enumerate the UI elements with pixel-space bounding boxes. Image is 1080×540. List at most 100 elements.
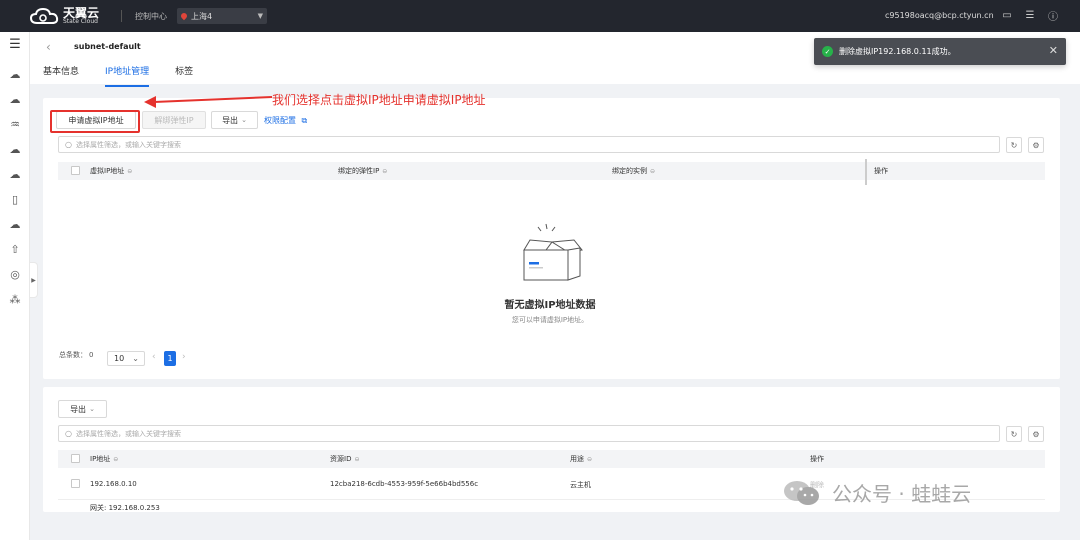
column-actions: 操作 <box>810 455 824 463</box>
export-dropdown-button[interactable]: 导出 ⌄ <box>211 111 258 129</box>
sidebar: ☰ ☁ ☁ ♒ ☁ ☁ ▯ ☁ ⇧ ◎ ⁂ <box>0 32 30 540</box>
help-icon[interactable]: ⓘ <box>1046 8 1060 23</box>
empty-state-title: 暂无虚拟IP地址数据 <box>504 300 596 311</box>
network-icon[interactable]: ♒ <box>7 116 23 132</box>
export-label: 导出 <box>70 404 87 414</box>
page-size-value: 10 <box>114 354 125 363</box>
page-title: subnet-default <box>74 42 141 51</box>
vip-search-input[interactable]: ○ 选择属性筛选，或输入关键字搜索 <box>58 136 1000 153</box>
page-number-current[interactable]: 1 <box>164 351 176 366</box>
tab-basic-info[interactable]: 基本信息 <box>43 64 79 87</box>
prev-page-icon[interactable]: ‹ <box>152 352 156 362</box>
column-actions: 操作 <box>874 167 888 175</box>
chevron-down-icon: ▼ <box>257 12 263 20</box>
cloud-compute-icon[interactable]: ☁ <box>7 141 23 157</box>
check-circle-icon: ✓ <box>822 46 833 57</box>
upload-icon[interactable]: ⇧ <box>7 241 23 257</box>
top-navigation-bar: 天翼云 State Cloud 控制中心 上海4 ▼ c95198oacq@bc… <box>0 0 1080 32</box>
pagination-total: 总条数： 0 <box>59 350 93 360</box>
column-divider <box>865 159 867 185</box>
next-page-icon[interactable]: › <box>182 352 186 362</box>
search-placeholder: 选择属性筛选，或输入关键字搜索 <box>75 140 181 149</box>
filter-icon[interactable]: ⊖ <box>113 456 118 463</box>
filter-icon[interactable]: ⊖ <box>127 168 132 175</box>
success-toast: ✓ 删除虚拟IP192.168.0.11成功。 ✕ <box>814 38 1066 65</box>
unbind-eip-button[interactable]: 解绑弹性IP <box>142 111 206 129</box>
filter-icon[interactable]: ⊖ <box>382 168 387 175</box>
tab-ip-management[interactable]: IP地址管理 <box>105 64 150 87</box>
location-pin-icon <box>179 11 189 21</box>
column-bound-instance[interactable]: 绑定的实例 ⊖ <box>612 166 655 176</box>
cloud-database-icon[interactable]: ☁ <box>7 166 23 182</box>
cloud-logo-icon <box>30 7 59 24</box>
quota-config-link[interactable]: 权限配置 ⧉ <box>264 115 307 126</box>
row-usage: 云主机 <box>570 481 591 489</box>
cloud-service-icon[interactable]: ☁ <box>7 66 23 82</box>
column-bound-eip[interactable]: 绑定的弹性IP ⊖ <box>338 166 387 176</box>
search-placeholder: 选择属性筛选，或输入关键字搜索 <box>75 429 181 438</box>
cloud-storage-icon[interactable]: ☁ <box>7 91 23 107</box>
back-arrow-icon[interactable]: ‹ <box>46 40 51 54</box>
vip-table-header: 虚拟IP地址 ⊖ 绑定的弹性IP ⊖ 绑定的实例 ⊖ 操作 <box>58 159 1045 185</box>
wechat-icon <box>784 480 819 505</box>
ip-table-header: IP地址 ⊖ 资源ID ⊖ 用途 ⊖ 操作 <box>58 450 1045 468</box>
column-label: 资源ID <box>330 455 352 463</box>
select-all-checkbox[interactable] <box>71 454 80 463</box>
search-icon: ○ <box>65 140 72 149</box>
document-icon[interactable]: ▯ <box>7 191 23 207</box>
export-dropdown-button[interactable]: 导出 ⌄ <box>58 400 107 418</box>
column-label: 用途 <box>570 455 584 463</box>
annotation-arrow <box>144 96 273 108</box>
filter-icon[interactable]: ⊖ <box>587 456 592 463</box>
quota-link-label: 权限配置 <box>264 116 296 125</box>
cloud-monitor-icon[interactable]: ☁ <box>7 216 23 232</box>
gear-icon[interactable]: ⚙ <box>1028 426 1044 442</box>
search-icon: ○ <box>65 429 72 438</box>
row-checkbox[interactable] <box>71 479 80 488</box>
column-label: 虚拟IP地址 <box>90 167 125 175</box>
column-vip-address[interactable]: 虚拟IP地址 ⊖ <box>90 166 132 176</box>
total-value: 0 <box>89 351 94 359</box>
gear-icon[interactable]: ⚙ <box>1028 137 1044 153</box>
external-link-icon: ⧉ <box>301 116 308 125</box>
annotation-highlight-box <box>50 110 140 133</box>
settings-sliders-icon[interactable]: ☰ <box>1023 8 1037 22</box>
total-label: 总条数： <box>59 351 87 359</box>
column-label: 绑定的弹性IP <box>338 167 380 175</box>
select-all-checkbox[interactable] <box>71 166 80 175</box>
column-resource-id[interactable]: 资源ID ⊖ <box>330 454 360 464</box>
detail-tabs: 基本信息 IP地址管理 标签 <box>43 64 193 87</box>
column-usage[interactable]: 用途 ⊖ <box>570 454 592 464</box>
filter-icon[interactable]: ⊖ <box>650 168 655 175</box>
column-label: IP地址 <box>90 455 111 463</box>
brand-subtitle: State Cloud <box>63 18 98 25</box>
watermark-text: 公众号 · 蛙蛙云 <box>832 482 972 506</box>
close-icon[interactable]: ✕ <box>1049 44 1058 57</box>
partial-row: 网关: 192.168.0.253 <box>90 504 160 511</box>
column-ip-address[interactable]: IP地址 ⊖ <box>90 454 118 464</box>
refresh-icon[interactable]: ↻ <box>1006 137 1022 153</box>
ip-icon[interactable]: ◎ <box>7 266 23 282</box>
empty-box-icon <box>523 223 583 281</box>
toast-message: 删除虚拟IP192.168.0.11成功。 <box>839 47 956 56</box>
menu-icon[interactable]: ☰ <box>7 36 23 52</box>
region-selector[interactable]: 上海4 ▼ <box>177 8 267 24</box>
ip-search-input[interactable]: ○ 选择属性筛选，或输入关键字搜索 <box>58 425 1000 442</box>
sidebar-expand-handle[interactable]: ▶ <box>30 262 38 298</box>
message-icon[interactable]: ▭ <box>1000 8 1014 22</box>
tab-tags[interactable]: 标签 <box>175 64 193 87</box>
page-size-select[interactable]: 10 ⌄ <box>107 351 145 366</box>
empty-state-subtitle: 您可以申请虚拟IP地址。 <box>511 316 589 324</box>
console-link[interactable]: 控制中心 <box>135 11 167 22</box>
row-resource-id: 12cba218-6cdb-4553-959f-5e66b4bd556c <box>330 480 479 488</box>
row-ip: 192.168.0.10 <box>90 480 137 488</box>
brand-logo[interactable]: 天翼云 State Cloud <box>30 6 99 26</box>
divider <box>121 10 122 22</box>
account-name[interactable]: c95198oacq@bcp.ctyun.cn <box>885 11 994 20</box>
filter-icon[interactable]: ⊖ <box>354 456 359 463</box>
region-label: 上海4 <box>191 11 213 21</box>
annotation-text: 我们选择点击虚拟IP地址申请虚拟IP地址 <box>272 93 486 107</box>
refresh-icon[interactable]: ↻ <box>1006 426 1022 442</box>
chevron-down-icon: ⌄ <box>241 116 247 124</box>
chevron-down-icon: ⌄ <box>89 405 95 413</box>
